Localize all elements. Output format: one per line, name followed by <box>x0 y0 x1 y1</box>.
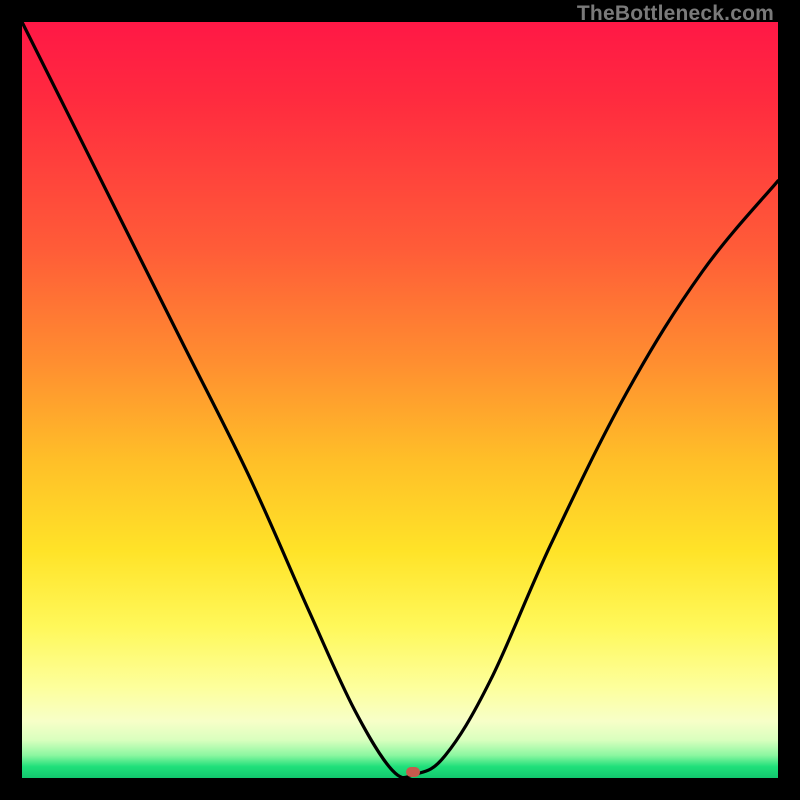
plot-area <box>22 22 778 778</box>
chart-frame: TheBottleneck.com <box>0 0 800 800</box>
optimal-marker <box>406 767 420 777</box>
bottleneck-curve <box>22 22 778 778</box>
